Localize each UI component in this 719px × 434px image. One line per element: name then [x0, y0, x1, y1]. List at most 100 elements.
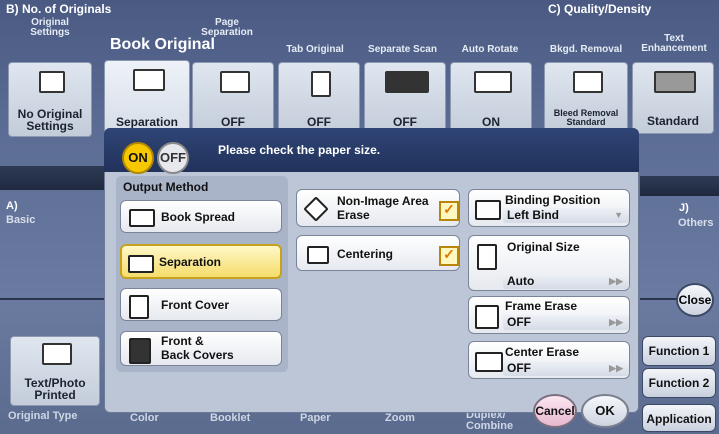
frame-erase-icon — [475, 305, 499, 329]
text-photo-icon — [42, 343, 72, 365]
text-enhancement-icon — [654, 71, 696, 93]
book-spread-button[interactable]: Book Spread — [120, 200, 282, 233]
binding-position-icon — [475, 200, 501, 220]
frame-erase-value-text: OFF — [507, 315, 531, 329]
close-button[interactable]: Close — [676, 283, 714, 317]
original-size-icon — [477, 244, 497, 270]
separation-button[interactable]: Separation — [120, 244, 282, 279]
book-original-value: Separation — [115, 115, 178, 129]
book-spread-icon — [129, 209, 155, 227]
left-divider — [0, 298, 104, 300]
non-image-area-erase-label: Non-Image Area Erase — [337, 194, 429, 222]
front-cover-button[interactable]: Front Cover — [120, 288, 282, 321]
tab-text-enhancement-label: Text Enhancement — [641, 33, 707, 54]
book-original-title: Book Original — [110, 36, 215, 53]
page-separation-icon — [220, 71, 250, 93]
left-panel-strip — [0, 166, 104, 190]
book-icon — [133, 69, 165, 91]
paper-size-message: Please check the paper size. — [218, 143, 381, 157]
tab-original-button[interactable]: OFF — [278, 62, 360, 135]
center-erase-label: Center Erase — [505, 345, 580, 359]
diamond-erase-icon — [303, 196, 329, 222]
tab-tab-original-label: Tab Original — [286, 44, 344, 55]
right-panel-strip — [640, 176, 719, 196]
ok-button[interactable]: OK — [581, 394, 629, 428]
tab-original-value: OFF — [307, 115, 331, 129]
original-type-value: Text/Photo Printed — [24, 376, 86, 402]
original-size-value-text: Auto — [507, 274, 535, 288]
auto-rotate-icon — [474, 71, 512, 93]
right-section-name: Others — [678, 217, 714, 229]
binding-position-value: Left Bind ▼ — [503, 208, 629, 223]
frame-erase-label: Frame Erase — [505, 299, 578, 313]
page-separation-button[interactable]: OFF — [192, 62, 274, 135]
tab-bkgd-removal-label: Bkgd. Removal — [549, 44, 623, 55]
centering-label: Centering — [337, 247, 394, 261]
separation-icon — [128, 255, 154, 273]
front-cover-icon — [129, 295, 149, 319]
document-a-icon — [39, 71, 65, 93]
auto-rotate-button[interactable]: ON — [450, 62, 532, 135]
frame-erase-value: OFF ▶▶ — [503, 315, 629, 330]
auto-rotate-value: ON — [482, 115, 500, 129]
application-button[interactable]: Application — [642, 404, 716, 432]
function1-button[interactable]: Function 1 — [642, 336, 716, 366]
binding-position-value-text: Left Bind — [507, 208, 559, 222]
separation-label: Separation — [159, 255, 222, 269]
center-erase-value-text: OFF — [507, 361, 531, 375]
front-cover-label: Front Cover — [161, 298, 230, 312]
right-divider — [640, 298, 680, 300]
binding-position-button[interactable]: Binding Position Left Bind ▼ — [468, 189, 630, 227]
left-section-name: Basic — [6, 214, 36, 226]
double-arrow-icon: ▶▶ — [609, 276, 623, 286]
originals-section-header: B) No. of Originals — [6, 2, 112, 16]
tab-separate-scan-label: Separate Scan — [368, 44, 437, 55]
center-erase-button[interactable]: Center Erase OFF ▶▶ — [468, 341, 630, 379]
bkgd-removal-button[interactable]: Bleed Removal Standard — [544, 62, 628, 132]
dropdown-arrow-icon: ▼ — [614, 210, 623, 220]
cancel-button[interactable]: Cancel — [533, 394, 577, 428]
non-image-area-erase-check[interactable]: ✓ — [439, 201, 459, 221]
double-arrow-icon: ▶▶ — [609, 317, 623, 327]
text-enhancement-value: Standard — [646, 114, 699, 128]
original-size-button[interactable]: Original Size Auto ▶▶ — [468, 235, 630, 291]
book-original-button[interactable]: Separation — [104, 60, 190, 135]
front-back-covers-button[interactable]: Front & Back Covers — [120, 331, 282, 366]
quality-section-header: C) Quality/Density — [548, 2, 652, 16]
original-type-label: Original Type — [8, 410, 78, 422]
tab-page-icon — [311, 71, 331, 97]
bottom-tab-duplex[interactable]: Duplex/ Combine — [466, 410, 513, 432]
front-back-covers-icon — [129, 338, 151, 364]
bkgd-removal-value: Bleed Removal Standard — [553, 108, 619, 127]
separate-scan-button[interactable]: OFF — [364, 62, 446, 135]
separate-scan-icon — [385, 71, 429, 93]
output-method-label: Output Method — [123, 180, 209, 194]
original-settings-button[interactable]: No Original Settings — [8, 62, 92, 137]
original-type-button[interactable]: Text/Photo Printed — [10, 336, 100, 406]
left-section-label: A) — [6, 200, 18, 212]
function2-button[interactable]: Function 2 — [642, 368, 716, 398]
front-back-covers-label: Front & Back Covers — [161, 334, 234, 362]
tab-auto-rotate-label: Auto Rotate — [461, 44, 519, 55]
bottom-tab-booklet[interactable]: Booklet — [210, 412, 250, 424]
off-toggle[interactable]: OFF — [157, 142, 189, 174]
centering-check[interactable]: ✓ — [439, 246, 459, 266]
centering-button[interactable]: Centering ✓ — [296, 235, 460, 271]
book-spread-label: Book Spread — [161, 210, 236, 224]
tab-page-separation-label: Page Separation — [201, 17, 253, 38]
original-size-value: Auto ▶▶ — [503, 274, 629, 289]
bottom-tab-zoom[interactable]: Zoom — [385, 412, 415, 424]
non-image-area-erase-button[interactable]: Non-Image Area Erase ✓ — [296, 189, 460, 227]
center-erase-icon — [475, 352, 503, 372]
binding-position-label: Binding Position — [505, 193, 601, 207]
page-separation-value: OFF — [221, 115, 245, 129]
tab-original-settings-label: Original Settings — [30, 17, 70, 38]
bleed-removal-icon — [573, 71, 603, 93]
right-section-label: J) — [679, 202, 689, 214]
frame-erase-button[interactable]: Frame Erase OFF ▶▶ — [468, 296, 630, 334]
bottom-tab-paper[interactable]: Paper — [300, 412, 331, 424]
bottom-tab-color[interactable]: Color — [130, 412, 159, 424]
text-enhancement-button[interactable]: Standard — [632, 62, 714, 134]
center-erase-value: OFF ▶▶ — [503, 361, 629, 376]
on-toggle[interactable]: ON — [122, 142, 154, 174]
